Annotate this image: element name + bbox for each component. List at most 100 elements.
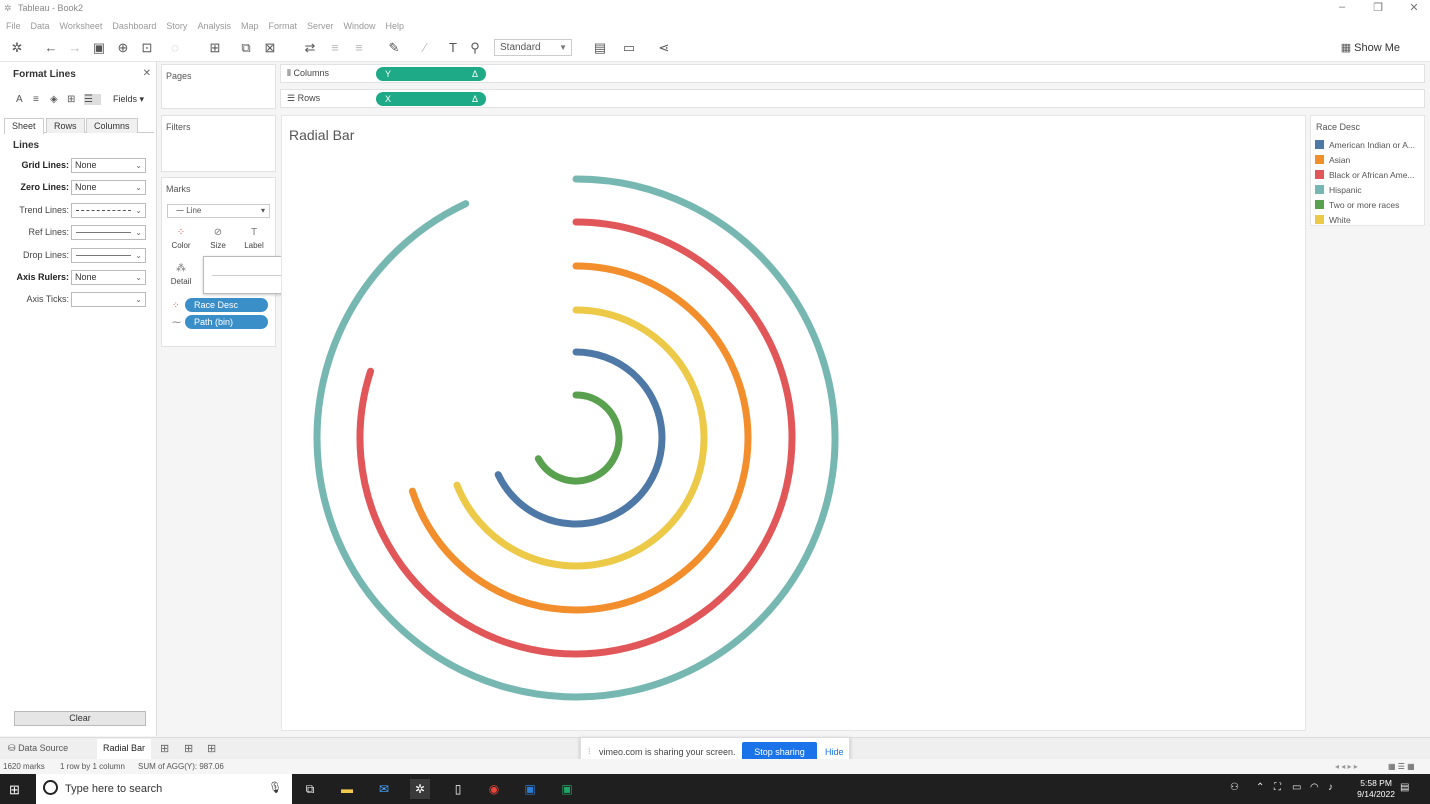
legend-item[interactable]: Asian [1315, 155, 1425, 167]
legend-item[interactable]: White [1315, 215, 1425, 227]
new-data-source-icon[interactable]: ⊕ [115, 40, 131, 56]
menu-worksheet[interactable]: Worksheet [60, 21, 103, 31]
swap-rows-columns-icon[interactable]: ⇄ [302, 40, 318, 56]
menu-format[interactable]: Format [268, 21, 297, 31]
trend-lines-select[interactable]: ⌄ [71, 203, 146, 218]
alignment-icon[interactable]: ≡ [33, 94, 50, 105]
radial-bar-4[interactable] [494, 348, 666, 528]
group-members-icon[interactable]: ⁄ [417, 40, 433, 56]
race-desc-pill[interactable]: Race Desc [185, 298, 268, 312]
outlook-icon[interactable]: ▣ [520, 779, 540, 799]
menu-server[interactable]: Server [307, 21, 334, 31]
label-button[interactable]: T Label [239, 224, 269, 254]
columns-pill[interactable]: YΔ [376, 67, 486, 81]
new-story-icon[interactable]: ⊞ [207, 742, 216, 755]
microphone-icon[interactable]: 🎙 [268, 781, 282, 794]
tab-rows[interactable]: Rows [46, 118, 85, 133]
menu-file[interactable]: File [6, 21, 21, 31]
pause-updates-icon[interactable]: ⊡ [139, 40, 155, 56]
sort-descending-icon[interactable]: ≡ [351, 40, 367, 56]
fields-dropdown[interactable]: Fields ▾ [113, 94, 144, 105]
taskbar-clock[interactable]: 5:58 PM 9/14/2022 [1357, 778, 1395, 800]
redo-icon[interactable]: → [67, 40, 83, 56]
menu-map[interactable]: Map [241, 21, 259, 31]
path-bin-pill[interactable]: Path (bin) [185, 315, 268, 329]
menu-help[interactable]: Help [386, 21, 405, 31]
rows-shelf[interactable]: ☰ Rows XΔ [280, 89, 1425, 108]
file-explorer-icon[interactable]: ▬ [337, 779, 357, 799]
pages-card[interactable]: Pages [161, 64, 276, 109]
highlight-icon[interactable]: ✎ [386, 40, 402, 56]
undo-icon[interactable]: ← [43, 40, 59, 56]
legend-item[interactable]: Two or more races [1315, 200, 1425, 212]
detail-button[interactable]: ⁂ Detail [166, 260, 196, 290]
menu-window[interactable]: Window [344, 21, 376, 31]
clear-button[interactable]: Clear [14, 711, 146, 726]
volume-icon[interactable]: ♪ [1328, 782, 1333, 793]
new-worksheet-icon[interactable]: ⊞ [207, 40, 223, 56]
close-window-icon[interactable]: ✕ [1402, 1, 1426, 15]
share-icon[interactable]: ⋖ [656, 40, 672, 56]
sort-ascending-icon[interactable]: ≡ [327, 40, 343, 56]
show-mark-labels-icon[interactable]: T [445, 40, 461, 56]
data-source-tab[interactable]: ⛁ Data Source [8, 743, 68, 754]
people-icon[interactable]: ⚇ [1230, 782, 1239, 793]
ref-lines-select[interactable]: ⌄ [71, 225, 146, 240]
presentation-mode-icon[interactable]: ▭ [621, 40, 637, 56]
fix-axes-icon[interactable]: ⚲ [467, 40, 483, 56]
rows-pill[interactable]: XΔ [376, 92, 486, 106]
menu-analysis[interactable]: Analysis [197, 21, 231, 31]
legend-item[interactable]: Hispanic [1315, 185, 1425, 197]
sheet-tab-radial-bar[interactable]: Radial Bar [97, 739, 152, 759]
tableau-home-icon[interactable]: ✲ [9, 40, 25, 56]
show-cards-icon[interactable]: ▤ [592, 40, 608, 56]
chrome-icon[interactable]: ◉ [484, 779, 504, 799]
mark-type-select[interactable]: ⁓ Line ▾ [167, 204, 270, 218]
filters-card[interactable]: Filters [161, 115, 276, 172]
columns-shelf[interactable]: ⦀ Columns YΔ [280, 64, 1425, 83]
font-icon[interactable]: A [16, 94, 33, 105]
hide-button[interactable]: Hide [825, 747, 844, 757]
legend-item[interactable]: Black or African Ame... [1315, 170, 1425, 182]
axis-rulers-select[interactable]: None ⌄ [71, 270, 146, 285]
minimize-icon[interactable]: – [1330, 1, 1354, 15]
borders-icon[interactable]: ⊞ [67, 94, 84, 105]
color-button[interactable]: ⁘ Color [166, 224, 196, 254]
drag-handle-icon[interactable]: ⁞ [588, 746, 591, 756]
show-me-button[interactable]: ▦ Show Me [1341, 41, 1400, 54]
new-worksheet-icon[interactable]: ⊞ [160, 742, 169, 755]
duplicate-sheet-icon[interactable]: ⧉ [238, 40, 254, 56]
shading-icon[interactable]: ◈ [50, 94, 67, 105]
grid-lines-select[interactable]: None ⌄ [71, 158, 146, 173]
show-hidden-icons-icon[interactable]: ⌃ [1256, 782, 1264, 793]
menu-dashboard[interactable]: Dashboard [112, 21, 156, 31]
windows-start-icon[interactable]: ⊞ [9, 782, 20, 798]
menu-data[interactable]: Data [31, 21, 50, 31]
tableau-app-icon[interactable]: ✲ [410, 779, 430, 799]
drop-lines-select[interactable]: ⌄ [71, 248, 146, 263]
battery-icon[interactable]: ▭ [1292, 782, 1301, 793]
taskbar-search[interactable]: Type here to search 🎙 [36, 774, 292, 804]
network-icon[interactable]: ⛶ [1274, 782, 1281, 793]
radial-bar-5[interactable] [534, 391, 623, 485]
clear-sheet-icon[interactable]: ⊠ [262, 40, 278, 56]
close-icon[interactable]: ✕ [143, 68, 151, 79]
radial-bar-3[interactable] [453, 306, 708, 570]
tab-columns[interactable]: Columns [86, 118, 138, 133]
run-update-icon[interactable]: ◌ [167, 40, 183, 56]
fit-select[interactable]: Standard ▼ [494, 39, 572, 56]
radial-bar-0[interactable] [313, 175, 839, 701]
new-dashboard-icon[interactable]: ⊞ [184, 742, 193, 755]
mail-icon[interactable]: ✉ [374, 779, 394, 799]
save-icon[interactable]: ▣ [91, 40, 107, 56]
zero-lines-select[interactable]: None ⌄ [71, 180, 146, 195]
excel-icon[interactable]: ▣ [557, 779, 577, 799]
radial-bar-1[interactable] [356, 218, 796, 658]
tab-sheet[interactable]: Sheet [4, 118, 44, 134]
sheet-sorter-icon[interactable]: ▦ ☰ ▦ [1388, 762, 1415, 771]
wifi-icon[interactable]: ◠ [1310, 782, 1319, 793]
notifications-icon[interactable]: ▤ [1400, 782, 1409, 793]
menu-story[interactable]: Story [166, 21, 187, 31]
axis-ticks-select[interactable]: ⌄ [71, 292, 146, 307]
radial-bar-2[interactable] [408, 262, 752, 614]
